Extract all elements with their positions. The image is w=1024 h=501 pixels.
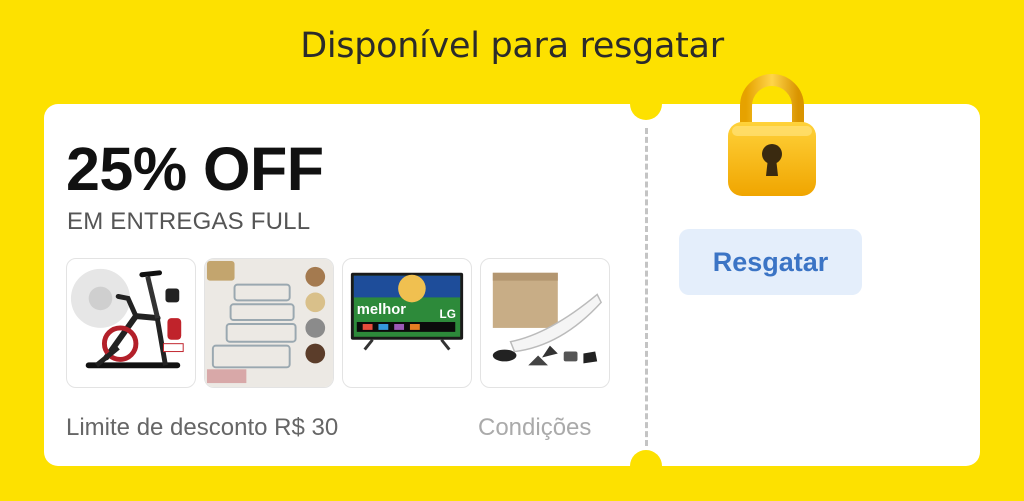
discount-limit: Limite de desconto R$ 30 (66, 414, 339, 441)
exercise-bike-image (70, 268, 184, 369)
tv-brand-text: melhor (357, 302, 406, 318)
coupon-details: 25% OFF EM ENTREGAS FULL melhor LG Limit… (44, 104, 646, 466)
product-thumb-satellite-kit[interactable] (480, 258, 610, 388)
product-thumb-exercise-bike[interactable] (66, 258, 196, 388)
product-thumbnails: melhor LG (66, 258, 610, 388)
coupon-divider (645, 128, 648, 446)
tv-image: melhor LG (350, 272, 464, 351)
tv-logo-text: LG (439, 307, 455, 321)
discount-subtitle: EM ENTREGAS FULL (67, 208, 311, 235)
coupon-notch-bottom (630, 450, 662, 482)
page-title: Disponível para resgatar (300, 26, 724, 66)
conditions-link[interactable]: Condições (478, 414, 591, 442)
coupon-notch-top (630, 88, 662, 120)
storage-containers-image (205, 259, 333, 387)
padlock-icon (722, 70, 822, 200)
redeem-button[interactable]: Resgatar (679, 229, 862, 295)
satellite-kit-image (492, 272, 603, 366)
discount-value: 25% OFF (66, 135, 324, 203)
product-thumb-lg-tv[interactable]: melhor LG (342, 258, 472, 388)
product-thumb-storage-containers[interactable] (204, 258, 334, 388)
